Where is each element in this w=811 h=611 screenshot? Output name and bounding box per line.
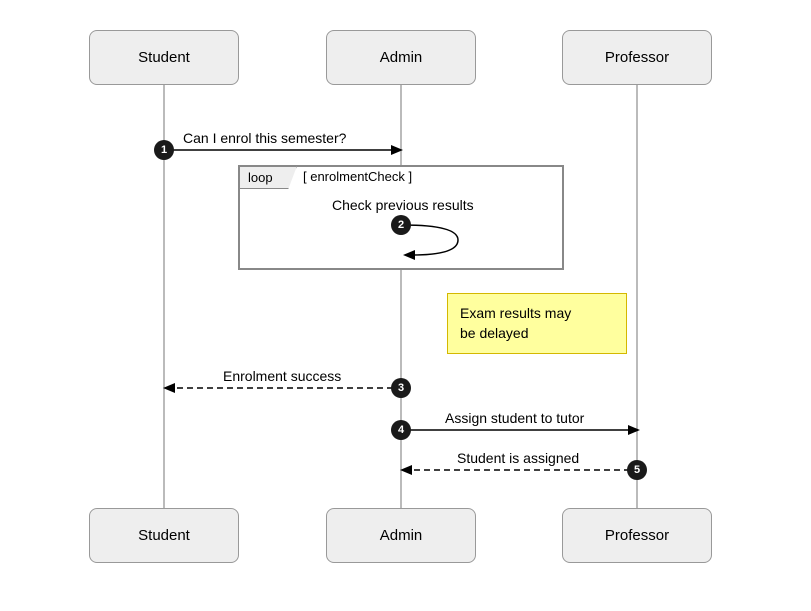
seq-number: 1 bbox=[161, 144, 167, 156]
actor-student-bottom: Student bbox=[89, 508, 239, 563]
actor-label: Student bbox=[138, 527, 190, 544]
actor-professor-bottom: Professor bbox=[562, 508, 712, 563]
actor-admin-bottom: Admin bbox=[326, 508, 476, 563]
actor-professor-top: Professor bbox=[562, 30, 712, 85]
sequence-diagram: Student Admin Professor Student Admin Pr… bbox=[0, 0, 811, 611]
seq-dot-4: 4 bbox=[391, 420, 411, 440]
seq-number: 3 bbox=[398, 382, 404, 394]
seq-dot-1: 1 bbox=[154, 140, 174, 160]
seq-number: 4 bbox=[398, 424, 404, 436]
msg-label-1: Can I enrol this semester? bbox=[183, 130, 346, 146]
actor-label: Admin bbox=[380, 527, 423, 544]
actor-label: Professor bbox=[605, 49, 669, 66]
actor-student-top: Student bbox=[89, 30, 239, 85]
note-box: Exam results may be delayed bbox=[447, 293, 627, 354]
seq-dot-3: 3 bbox=[391, 378, 411, 398]
actor-label: Professor bbox=[605, 527, 669, 544]
msg-label-3: Enrolment success bbox=[223, 368, 341, 384]
actor-admin-top: Admin bbox=[326, 30, 476, 85]
lifeline-professor bbox=[636, 85, 638, 508]
msg-label-5: Student is assigned bbox=[457, 450, 579, 466]
loop-type-label: loop bbox=[248, 170, 273, 185]
note-line-2: be delayed bbox=[460, 324, 614, 344]
msg-label-4: Assign student to tutor bbox=[445, 410, 584, 426]
loop-tag: loop bbox=[239, 166, 297, 189]
seq-dot-5: 5 bbox=[627, 460, 647, 480]
seq-number: 2 bbox=[398, 219, 404, 231]
msg-label-2: Check previous results bbox=[332, 197, 474, 213]
seq-dot-2: 2 bbox=[391, 215, 411, 235]
actor-label: Admin bbox=[380, 49, 423, 66]
loop-condition: [ enrolmentCheck ] bbox=[303, 169, 412, 184]
actor-label: Student bbox=[138, 49, 190, 66]
note-line-1: Exam results may bbox=[460, 304, 614, 324]
seq-number: 5 bbox=[634, 464, 640, 476]
